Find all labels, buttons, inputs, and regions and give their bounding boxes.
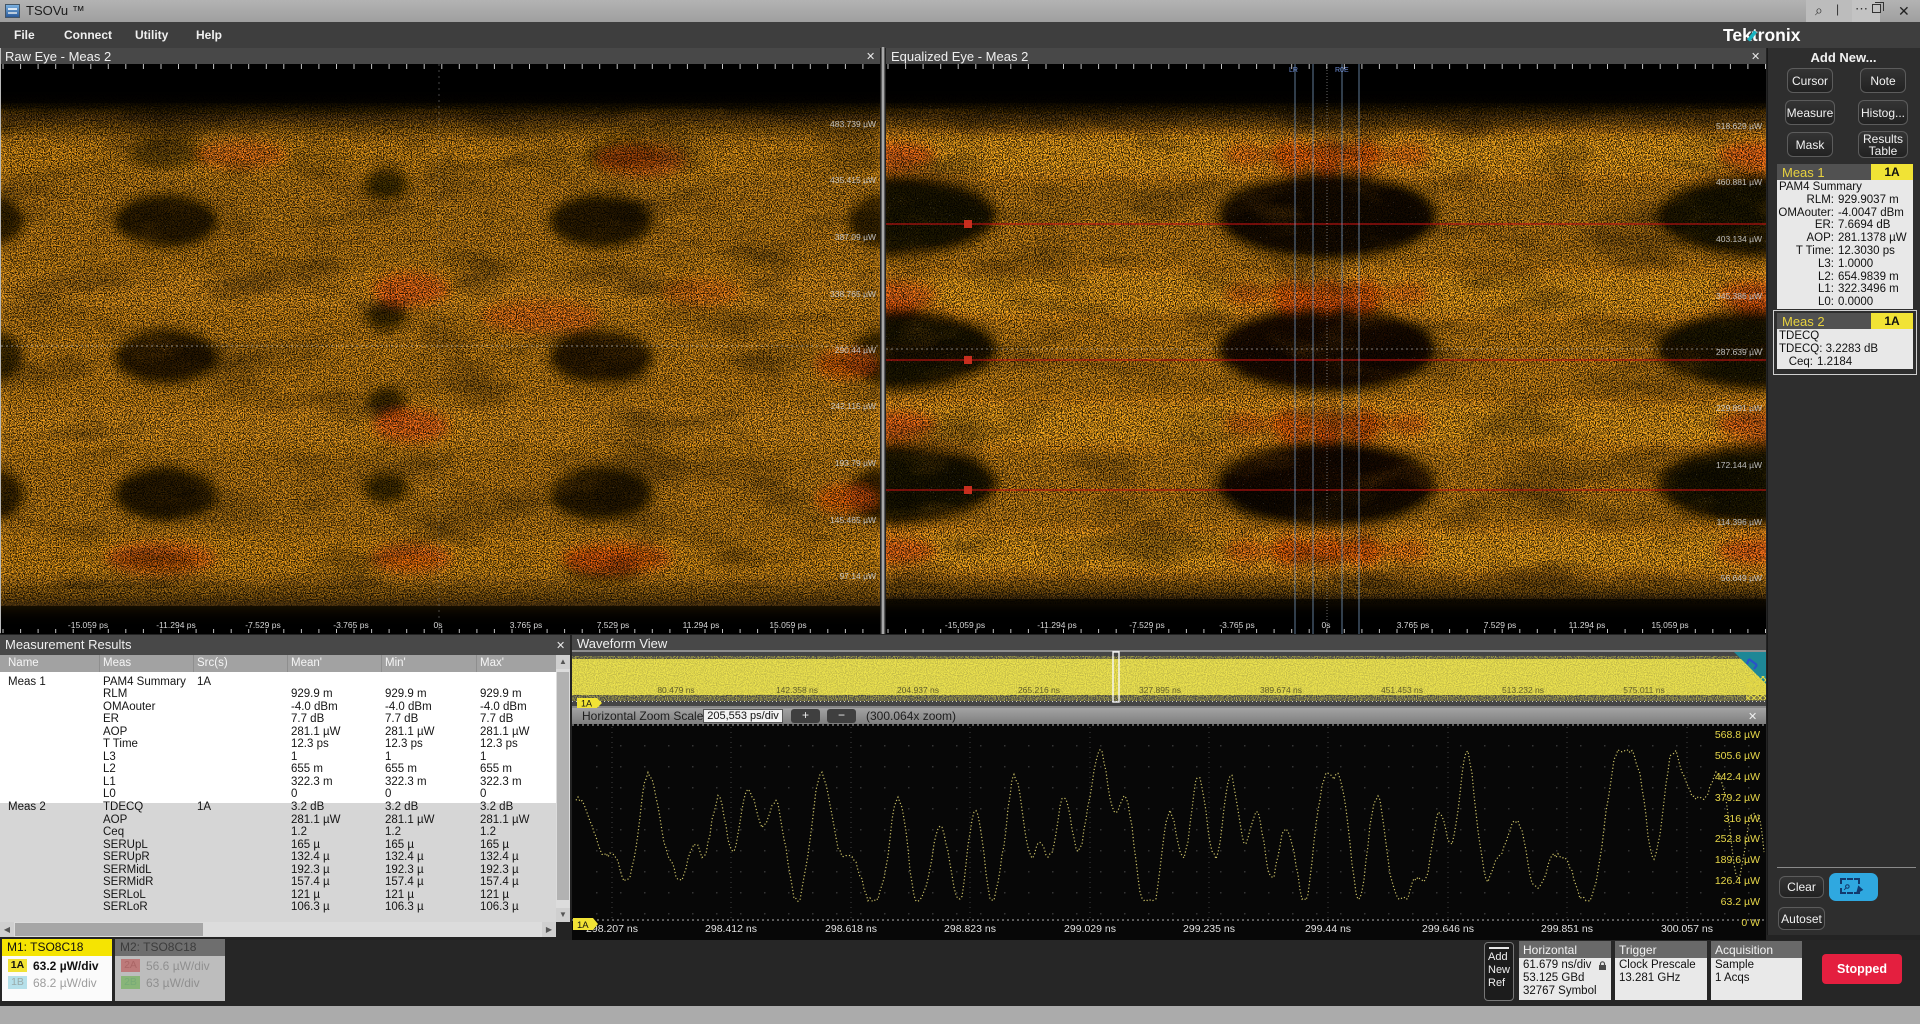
svg-text:1A: 1A [581,699,592,709]
svg-text:Tektronix: Tektronix [1723,26,1801,45]
svg-text:298.823 ns: 298.823 ns [944,923,996,935]
svg-text:299.029 ns: 299.029 ns [1064,923,1116,935]
svg-text:189.6 µW: 189.6 µW [1715,854,1760,866]
svg-text:299.851 ns: 299.851 ns [1541,923,1593,935]
svg-text:298.412 ns: 298.412 ns [705,923,757,935]
svg-text:299.646 ns: 299.646 ns [1422,923,1474,935]
svg-text:316 µW: 316 µW [1724,813,1760,825]
svg-text:126.4 µW: 126.4 µW [1715,875,1760,887]
svg-text:0 W: 0 W [1741,917,1760,929]
svg-text:442.4 µW: 442.4 µW [1715,771,1760,783]
svg-text:LR: LR [1289,67,1298,74]
svg-text:300.057 ns: 300.057 ns [1661,923,1713,935]
svg-text:299.44 ns: 299.44 ns [1305,923,1351,935]
svg-text:298.618 ns: 298.618 ns [825,923,877,935]
svg-text:R0E: R0E [1335,67,1349,74]
svg-text:252.8 µW: 252.8 µW [1715,833,1760,845]
svg-text:505.6 µW: 505.6 µW [1715,750,1760,762]
svg-text:63.2 µW: 63.2 µW [1721,896,1760,908]
svg-text:568.8 µW: 568.8 µW [1715,729,1760,741]
svg-text:299.235 ns: 299.235 ns [1183,923,1235,935]
svg-text:379.2 µW: 379.2 µW [1715,792,1760,804]
svg-text:1A: 1A [577,920,589,931]
